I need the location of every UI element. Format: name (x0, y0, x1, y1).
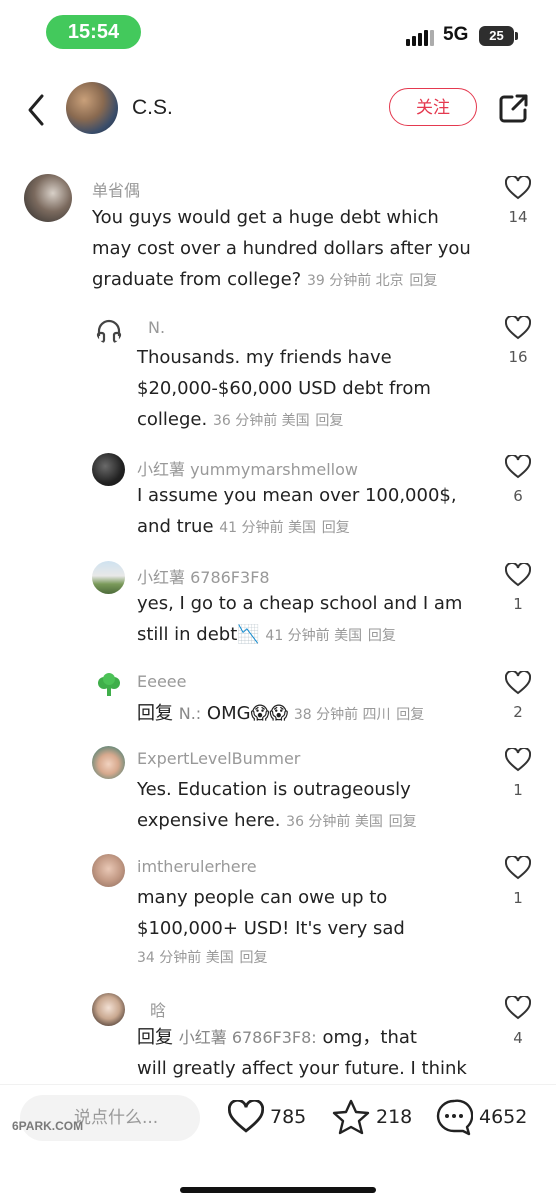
like-heart-icon[interactable] (228, 1100, 264, 1134)
post-header: C.S. 关注 (0, 70, 556, 150)
watermark: 6PARK.COM (12, 1119, 84, 1133)
status-time: 15:54 (46, 15, 141, 49)
heart-icon[interactable] (505, 748, 531, 772)
comment-text-line: may cost over a hundred dollars after yo… (92, 238, 471, 259)
comment-text-tail: expensive here. (137, 810, 281, 831)
comment-text-line: 回复 小红薯 6786F3F8: omg，that (137, 1022, 417, 1053)
comment-meta: 39 分钟前 北京 (306, 273, 404, 289)
comment-total: 4652 (479, 1106, 528, 1128)
like-count: 4 (513, 1029, 523, 1047)
bottom-action-bar: 说点什么... 6PARK.COM 785 218 4652 (0, 1084, 556, 1203)
reply-link[interactable]: 回复 (322, 520, 350, 536)
comment-meta-line: 34 分钟前 美国 回复 (137, 946, 267, 969)
comment-text-tail: still in debt📉 (137, 624, 260, 645)
comment-text-line: Yes. Education is outrageously (137, 779, 411, 800)
commenter-avatar[interactable] (92, 854, 125, 887)
comment-username[interactable]: 单省偶 (92, 177, 140, 201)
comment-text-tail: graduate from college? (92, 269, 302, 290)
reply-link[interactable]: 回复 (239, 950, 267, 966)
like-count: 2 (513, 703, 523, 721)
tree-avatar-icon[interactable] (96, 672, 122, 698)
reply-prefix: 回复 (137, 1027, 173, 1048)
commenter-avatar[interactable] (92, 453, 125, 486)
network-label: 5G (443, 24, 469, 45)
comment-username[interactable]: imtherulerhere (137, 857, 257, 876)
comment-text-line: college. 36 分钟前 美国 回复 (137, 404, 343, 437)
like-count: 16 (508, 348, 528, 366)
comment-text-line: still in debt📉 41 分钟前 美国 回复 (137, 619, 396, 652)
comment-text-line: will greatly affect your future. I think (137, 1058, 467, 1079)
comment-text-line: graduate from college? 39 分钟前 北京 回复 (92, 264, 437, 297)
reply-link[interactable]: 回复 (315, 413, 343, 429)
heart-icon[interactable] (505, 563, 531, 587)
commenter-avatar[interactable] (92, 746, 125, 779)
comment-text-line: and true 41 分钟前 美国 回复 (137, 511, 350, 544)
comment-username[interactable]: 小红薯 6786F3F8 (137, 564, 270, 588)
heart-icon[interactable] (505, 455, 531, 479)
author-avatar[interactable] (66, 82, 118, 134)
like-count: 1 (513, 889, 523, 907)
reply-link[interactable]: 回复 (409, 273, 437, 289)
like-count: 6 (513, 487, 523, 505)
comment-text-line: yes, I go to a cheap school and I am (137, 593, 463, 614)
like-total: 785 (270, 1106, 307, 1128)
commenter-avatar[interactable] (92, 561, 125, 594)
reply-prefix: 回复 (137, 703, 173, 724)
share-icon[interactable] (498, 92, 530, 124)
comment-text-line: $20,000-$60,000 USD debt from (137, 378, 431, 399)
comment-text-tail: college. (137, 409, 208, 430)
comment-text-line: You guys would get a huge debt which (92, 207, 439, 228)
author-name[interactable]: C.S. (132, 96, 173, 120)
like-count: 1 (513, 781, 523, 799)
comment-text-line: 回复 N.: OMG😱😱 38 分钟前 四川 回复 (137, 698, 424, 731)
reply-target[interactable]: N.: (179, 704, 201, 723)
comment-input[interactable]: 说点什么... (20, 1095, 200, 1141)
battery-icon: 25 (479, 26, 518, 46)
comment-text-tail: omg，that (322, 1027, 417, 1048)
heart-icon[interactable] (505, 996, 531, 1020)
reply-link[interactable]: 回复 (396, 707, 424, 723)
comment-username[interactable]: 小红薯 yummymarshmellow (137, 456, 358, 480)
commenter-avatar[interactable] (24, 174, 72, 222)
reply-link[interactable]: 回复 (368, 628, 396, 644)
comment-meta: 36 分钟前 美国 (286, 814, 383, 830)
heart-icon[interactable] (505, 856, 531, 880)
comment-text-line: I assume you mean over 100,000$, (137, 485, 457, 506)
comment-username[interactable]: ExpertLevelBummer (137, 749, 300, 768)
commenter-avatar[interactable] (92, 993, 125, 1026)
headphones-avatar-icon[interactable] (96, 318, 122, 344)
favorite-total: 218 (376, 1106, 413, 1128)
comment-meta: 34 分钟前 美国 (137, 950, 234, 966)
comment-meta: 38 分钟前 四川 (293, 707, 391, 723)
comment-username[interactable]: Eeeee (137, 672, 186, 691)
home-indicator (180, 1187, 376, 1193)
reply-link[interactable]: 回复 (389, 814, 417, 830)
like-count: 1 (513, 595, 523, 613)
back-arrow-icon[interactable] (24, 92, 50, 128)
follow-button[interactable]: 关注 (389, 88, 477, 126)
heart-icon[interactable] (505, 316, 531, 340)
comment-text-tail: OMG😱😱 (206, 703, 289, 724)
heart-icon[interactable] (505, 176, 531, 200)
comment-text-line: $100,000+ USD! It's very sad (137, 918, 405, 939)
like-count: 14 (508, 208, 528, 226)
comment-meta: 41 分钟前 美国 (219, 520, 316, 536)
comment-username[interactable]: N. (148, 318, 165, 337)
comment-bubble-icon[interactable] (435, 1098, 473, 1136)
comment-text-line: many people can owe up to (137, 887, 388, 908)
comment-text-tail: and true (137, 516, 214, 537)
status-bar: 15:54 5G 25 (0, 0, 556, 64)
star-icon[interactable] (332, 1098, 370, 1136)
heart-icon[interactable] (505, 671, 531, 695)
reply-target[interactable]: 小红薯 6786F3F8: (179, 1028, 317, 1047)
comment-username[interactable]: 晗 (150, 997, 166, 1021)
comment-meta: 41 分钟前 美国 (265, 628, 363, 644)
comment-meta: 36 分钟前 美国 (212, 413, 310, 429)
comment-text-line: expensive here. 36 分钟前 美国 回复 (137, 805, 417, 838)
comment-text-line: Thousands. my friends have (137, 347, 392, 368)
